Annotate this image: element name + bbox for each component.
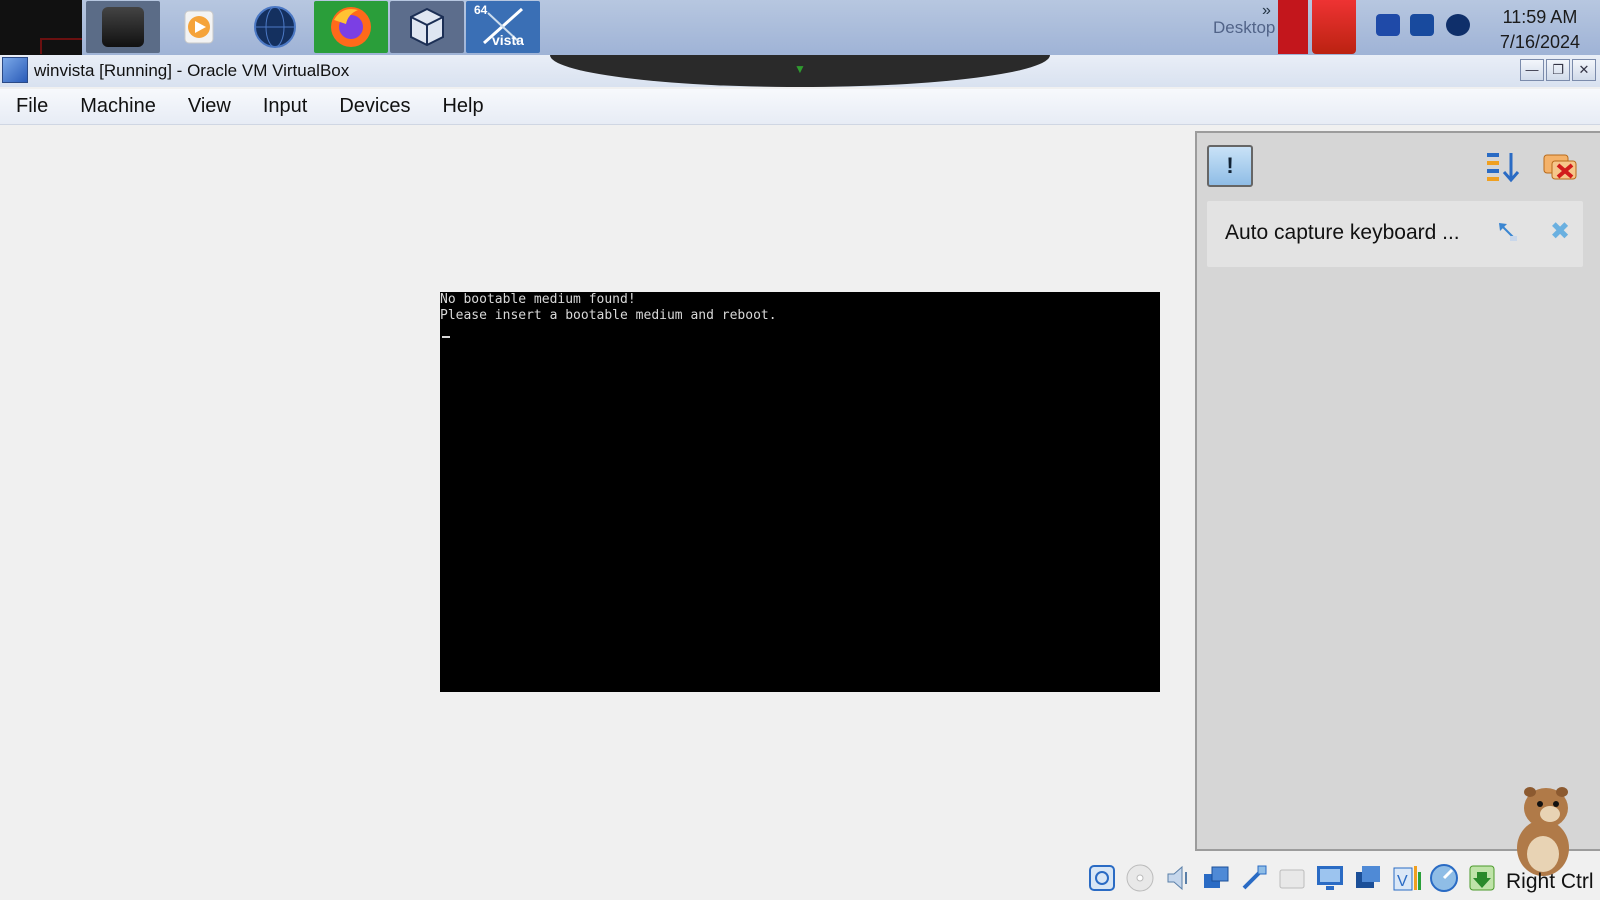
taskbar-app-dark[interactable] — [86, 1, 160, 53]
notification-text: Auto capture keyboard ... — [1225, 221, 1460, 244]
mini-toolbar-arrow-icon[interactable]: ▼ — [785, 62, 815, 76]
tray-app-shield[interactable] — [1312, 0, 1356, 54]
taskbar-app-globe[interactable] — [238, 1, 312, 53]
notification-center: ! Auto capture keyboard ... ✖ — [1195, 131, 1600, 851]
vm-status-bar: V Right Ctrl — [0, 854, 1600, 900]
recording-icon[interactable] — [1352, 862, 1384, 894]
taskbar-app-firefox[interactable] — [314, 1, 388, 53]
menu-input[interactable]: Input — [247, 89, 323, 125]
tray-app-red[interactable] — [1278, 0, 1308, 54]
vm-window-icon — [2, 57, 28, 83]
vista-label: vista — [492, 32, 524, 48]
tray-expand-icon[interactable]: » — [1262, 2, 1271, 20]
menu-help[interactable]: Help — [426, 89, 499, 125]
globe-icon — [254, 6, 296, 48]
tray-volume-icon[interactable] — [1446, 14, 1470, 36]
network-icon[interactable] — [1200, 862, 1232, 894]
notification-close-icon[interactable]: ✖ — [1550, 220, 1572, 244]
close-all-notifications-icon[interactable] — [1542, 149, 1580, 185]
menu-machine[interactable]: Machine — [64, 89, 172, 125]
console-line-2: Please insert a bootable medium and rebo… — [440, 308, 777, 323]
clock-time: 11:59 AM — [1502, 7, 1578, 27]
sort-notifications-icon[interactable] — [1485, 149, 1521, 185]
notification-item[interactable]: Auto capture keyboard ... ✖ — [1207, 201, 1583, 267]
help-pointer-icon[interactable] — [1497, 221, 1519, 243]
cpu-icon[interactable]: V — [1390, 862, 1422, 894]
start-area[interactable] — [0, 0, 82, 55]
device-icon — [102, 7, 144, 47]
svg-text:V: V — [1397, 873, 1408, 890]
audio-icon[interactable] — [1162, 862, 1194, 894]
close-button[interactable]: ✕ — [1572, 59, 1596, 81]
mouse-integration-icon[interactable] — [1428, 862, 1460, 894]
tray-display-icon[interactable] — [1410, 14, 1434, 36]
menu-bar: File Machine View Input Devices Help — [0, 89, 1600, 125]
taskbar-clock[interactable]: 11:59 AM 7/16/2024 — [1500, 5, 1580, 55]
vm-screen[interactable]: No bootable medium found! Please insert … — [440, 292, 1160, 692]
menu-devices[interactable]: Devices — [323, 89, 426, 125]
menu-view[interactable]: View — [172, 89, 247, 125]
notification-center-toggle-button[interactable]: ! — [1207, 145, 1253, 187]
clock-date: 7/16/2024 — [1499, 32, 1580, 52]
taskbar-app-media-player[interactable] — [162, 1, 236, 53]
shared-folders-icon[interactable] — [1276, 862, 1308, 894]
tray-desktop-label[interactable]: Desktop — [1213, 18, 1275, 38]
host-key-label: Right Ctrl — [1506, 870, 1594, 893]
usb-icon[interactable] — [1238, 862, 1270, 894]
hard-disk-icon[interactable] — [1086, 862, 1118, 894]
media-player-icon — [184, 10, 214, 44]
alert-icon: ! — [1226, 153, 1234, 178]
download-icon[interactable] — [1466, 862, 1498, 894]
minimize-button[interactable]: — — [1520, 59, 1544, 81]
restore-button[interactable]: ❐ — [1546, 59, 1570, 81]
console-cursor — [442, 336, 450, 338]
display-icon[interactable] — [1314, 862, 1346, 894]
firefox-icon — [331, 7, 371, 47]
optical-drive-icon[interactable] — [1124, 862, 1156, 894]
console-line-1: No bootable medium found! — [440, 292, 636, 307]
virtualbox-icon — [410, 7, 444, 47]
window-title: winvista [Running] - Oracle VM VirtualBo… — [34, 61, 350, 80]
taskbar-app-vista[interactable]: 64 vista — [466, 1, 540, 53]
menu-file[interactable]: File — [0, 89, 64, 125]
tray-network-icon[interactable] — [1376, 14, 1400, 36]
taskbar-app-virtualbox[interactable] — [390, 1, 464, 53]
window-controls: — ❐ ✕ — [1520, 59, 1596, 81]
